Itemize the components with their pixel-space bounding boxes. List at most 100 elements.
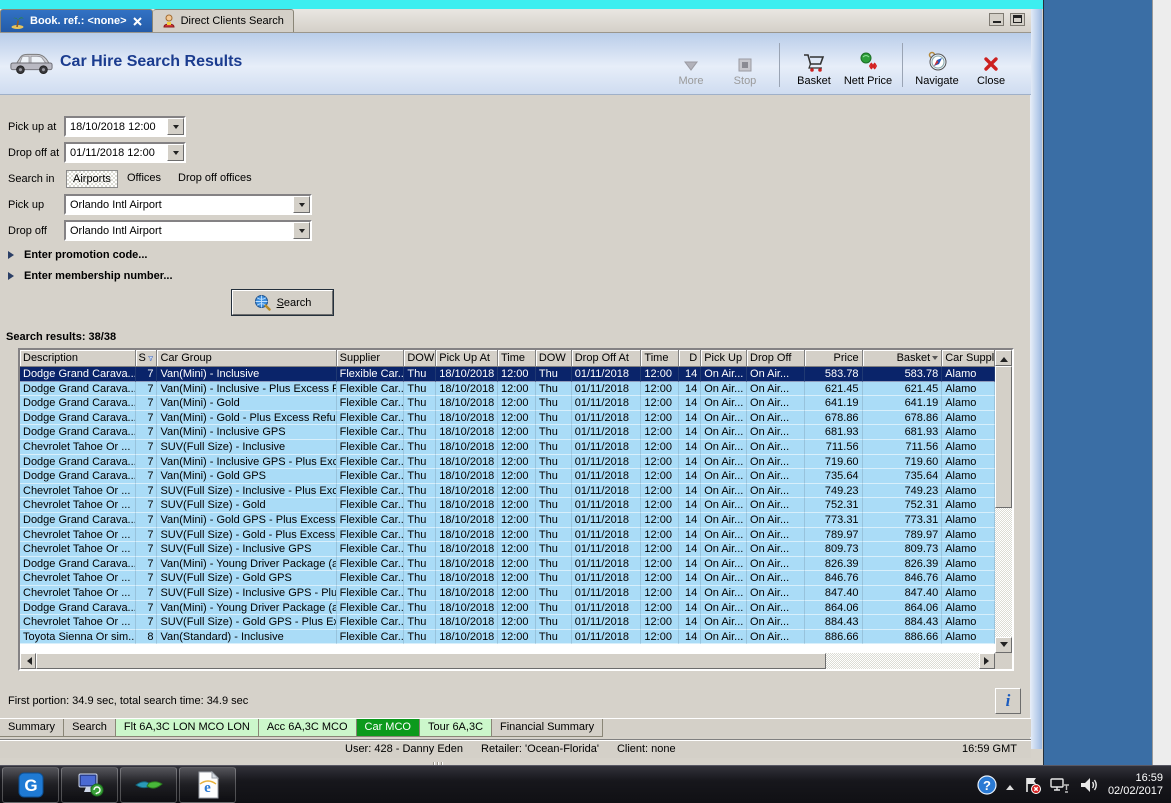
scroll-up-icon[interactable] [995, 350, 1012, 366]
column-header-dow_dropoff[interactable]: DOW [536, 350, 572, 367]
table-row[interactable]: Chevrolet Tahoe Or ...7SUV(Full Size) - … [20, 571, 995, 586]
column-header-drop_off_at[interactable]: Drop Off At [572, 350, 642, 367]
horizontal-scrollbar[interactable] [20, 653, 995, 669]
cell-s: 7 [136, 513, 158, 528]
action-center-flag-icon[interactable] [1023, 776, 1041, 794]
column-header-drop_off_location[interactable]: Drop Off [747, 350, 805, 367]
table-row[interactable]: Chevrolet Tahoe Or ...7SUV(Full Size) - … [20, 498, 995, 513]
cell-time_dropoff: 12:00 [641, 513, 679, 528]
booking-tab-flt-6a-3c-lon-mco-lon[interactable]: Flt 6A,3C LON MCO LON [116, 719, 259, 737]
column-header-supplier[interactable]: Supplier [337, 350, 405, 367]
cell-pick_up_location: On Air... [701, 586, 747, 601]
taskbar-clock[interactable]: 16:59 02/02/2017 [1108, 772, 1167, 798]
table-row[interactable]: Dodge Grand Carava...7Van(Mini) - Gold -… [20, 411, 995, 426]
table-row[interactable]: Dodge Grand Carava...7Van(Mini) - Inclus… [20, 382, 995, 397]
promotion-code-expander[interactable]: Enter promotion code... [8, 249, 147, 261]
taskbar-remote-desktop-button[interactable] [61, 767, 118, 803]
more-button[interactable]: More [665, 39, 717, 91]
column-header-pick_up_at[interactable]: Pick Up At [436, 350, 498, 367]
horizontal-scroll-thumb[interactable] [36, 653, 826, 669]
volume-icon[interactable] [1079, 776, 1099, 794]
table-row[interactable]: Dodge Grand Carava...7Van(Mini) - Gold G… [20, 469, 995, 484]
search-in-offices[interactable]: Offices [121, 170, 167, 186]
drop-off-dropdown-icon[interactable] [293, 222, 310, 239]
scroll-right-icon[interactable] [979, 653, 995, 669]
search-in-drop-off-offices[interactable]: Drop off offices [172, 170, 258, 186]
pick-up-at-dropdown-icon[interactable] [167, 118, 184, 135]
cell-time_pickup: 12:00 [498, 498, 536, 513]
table-row[interactable]: Dodge Grand Carava...7Van(Mini) - Inclus… [20, 455, 995, 470]
column-header-dow_pickup[interactable]: DOW [404, 350, 436, 367]
cell-pick_up_location: On Air... [701, 542, 747, 557]
pick-up-at-field[interactable]: 18/10/2018 12:00 [64, 116, 186, 137]
table-row[interactable]: Chevrolet Tahoe Or ...7SUV(Full Size) - … [20, 528, 995, 543]
table-row[interactable]: Dodge Grand Carava...7Van(Mini) - Young … [20, 557, 995, 572]
tab-booking-ref[interactable]: Book. ref.: <none> [0, 9, 153, 32]
tab-close-icon[interactable] [132, 16, 143, 27]
booking-tab-search[interactable]: Search [64, 719, 116, 737]
column-header-time_dropoff[interactable]: Time [641, 350, 679, 367]
drop-off-at-field[interactable]: 01/11/2018 12:00 [64, 142, 186, 163]
vertical-scroll-thumb[interactable] [995, 366, 1012, 508]
booking-tab-financial-summary[interactable]: Financial Summary [492, 719, 603, 737]
table-row[interactable]: Dodge Grand Carava...7Van(Mini) - Gold G… [20, 513, 995, 528]
cell-days: 14 [679, 425, 701, 440]
cell-supplier: Flexible Car... [337, 557, 405, 572]
minimize-button[interactable] [989, 13, 1004, 26]
show-hidden-icons-icon[interactable] [1006, 781, 1014, 790]
search-button[interactable]: Search [232, 290, 333, 315]
close-button[interactable]: Close [965, 39, 1017, 91]
booking-tab-car-mco[interactable]: Car MCO [357, 719, 420, 737]
basket-button[interactable]: Basket [788, 39, 840, 91]
taskbar-app-g-button[interactable]: G [2, 767, 59, 803]
table-row[interactable]: Chevrolet Tahoe Or ...7SUV(Full Size) - … [20, 615, 995, 630]
scroll-down-icon[interactable] [995, 637, 1012, 653]
drop-off-at-dropdown-icon[interactable] [167, 144, 184, 161]
cell-dow_pickup: Thu [404, 528, 436, 543]
cell-drop_off_at: 01/11/2018 [572, 513, 642, 528]
taskbar-travel-app-button[interactable] [120, 767, 177, 803]
table-row[interactable]: Chevrolet Tahoe Or ...7SUV(Full Size) - … [20, 484, 995, 499]
column-header-car_group[interactable]: Car Group [157, 350, 336, 367]
table-row[interactable]: Dodge Grand Carava...7Van(Mini) - Young … [20, 601, 995, 616]
help-icon[interactable]: ? [977, 775, 997, 795]
column-header-price[interactable]: Price [805, 350, 863, 367]
cell-dow_dropoff: Thu [536, 455, 572, 470]
column-header-s[interactable]: S [136, 350, 158, 367]
vertical-scrollbar[interactable] [995, 350, 1012, 653]
maximize-button[interactable] [1010, 13, 1025, 26]
column-header-days[interactable]: D [679, 350, 701, 367]
tab-direct-clients-search[interactable]: Direct Clients Search [153, 9, 294, 32]
table-row[interactable]: Chevrolet Tahoe Or ...7SUV(Full Size) - … [20, 586, 995, 601]
network-icon[interactable] [1050, 776, 1070, 794]
table-row[interactable]: Chevrolet Tahoe Or ...7SUV(Full Size) - … [20, 440, 995, 455]
membership-number-expander[interactable]: Enter membership number... [8, 270, 173, 282]
table-row[interactable]: Toyota Sienna Or sim...8Van(Standard) - … [20, 630, 995, 645]
booking-tab-acc-6a-3c-mco[interactable]: Acc 6A,3C MCO [259, 719, 357, 737]
column-header-basket[interactable]: Basket [863, 350, 943, 367]
cell-time_pickup: 12:00 [498, 484, 536, 499]
booking-tab-tour-6a-3c[interactable]: Tour 6A,3C [420, 719, 492, 737]
stop-button[interactable]: Stop [719, 39, 771, 91]
column-header-car_supplier[interactable]: Car Suppl [942, 350, 995, 367]
table-row[interactable]: Dodge Grand Carava...7Van(Mini) - Inclus… [20, 425, 995, 440]
taskbar-internet-explorer-button[interactable]: e [179, 767, 236, 803]
nett-price-button[interactable]: Nett Price [842, 39, 894, 91]
cell-pick_up_location: On Air... [701, 411, 747, 426]
search-in-airports[interactable]: Airports [66, 170, 118, 188]
drop-off-combo[interactable]: Orlando Intl Airport [64, 220, 312, 241]
cell-drop_off_location: On Air... [747, 528, 805, 543]
table-row[interactable]: Chevrolet Tahoe Or ...7SUV(Full Size) - … [20, 542, 995, 557]
pick-up-dropdown-icon[interactable] [293, 196, 310, 213]
info-button[interactable]: i [995, 688, 1021, 714]
column-header-time_pickup[interactable]: Time [498, 350, 536, 367]
scroll-left-icon[interactable] [20, 653, 36, 669]
column-header-pick_up_location[interactable]: Pick Up [701, 350, 747, 367]
column-header-description[interactable]: Description [20, 350, 136, 367]
pick-up-combo[interactable]: Orlando Intl Airport [64, 194, 312, 215]
minimize-icon [993, 21, 1001, 23]
table-row[interactable]: Dodge Grand Carava...7Van(Mini) - Inclus… [20, 367, 995, 382]
navigate-button[interactable]: Navigate [911, 39, 963, 91]
table-row[interactable]: Dodge Grand Carava...7Van(Mini) - GoldFl… [20, 396, 995, 411]
booking-tab-summary[interactable]: Summary [0, 719, 64, 737]
